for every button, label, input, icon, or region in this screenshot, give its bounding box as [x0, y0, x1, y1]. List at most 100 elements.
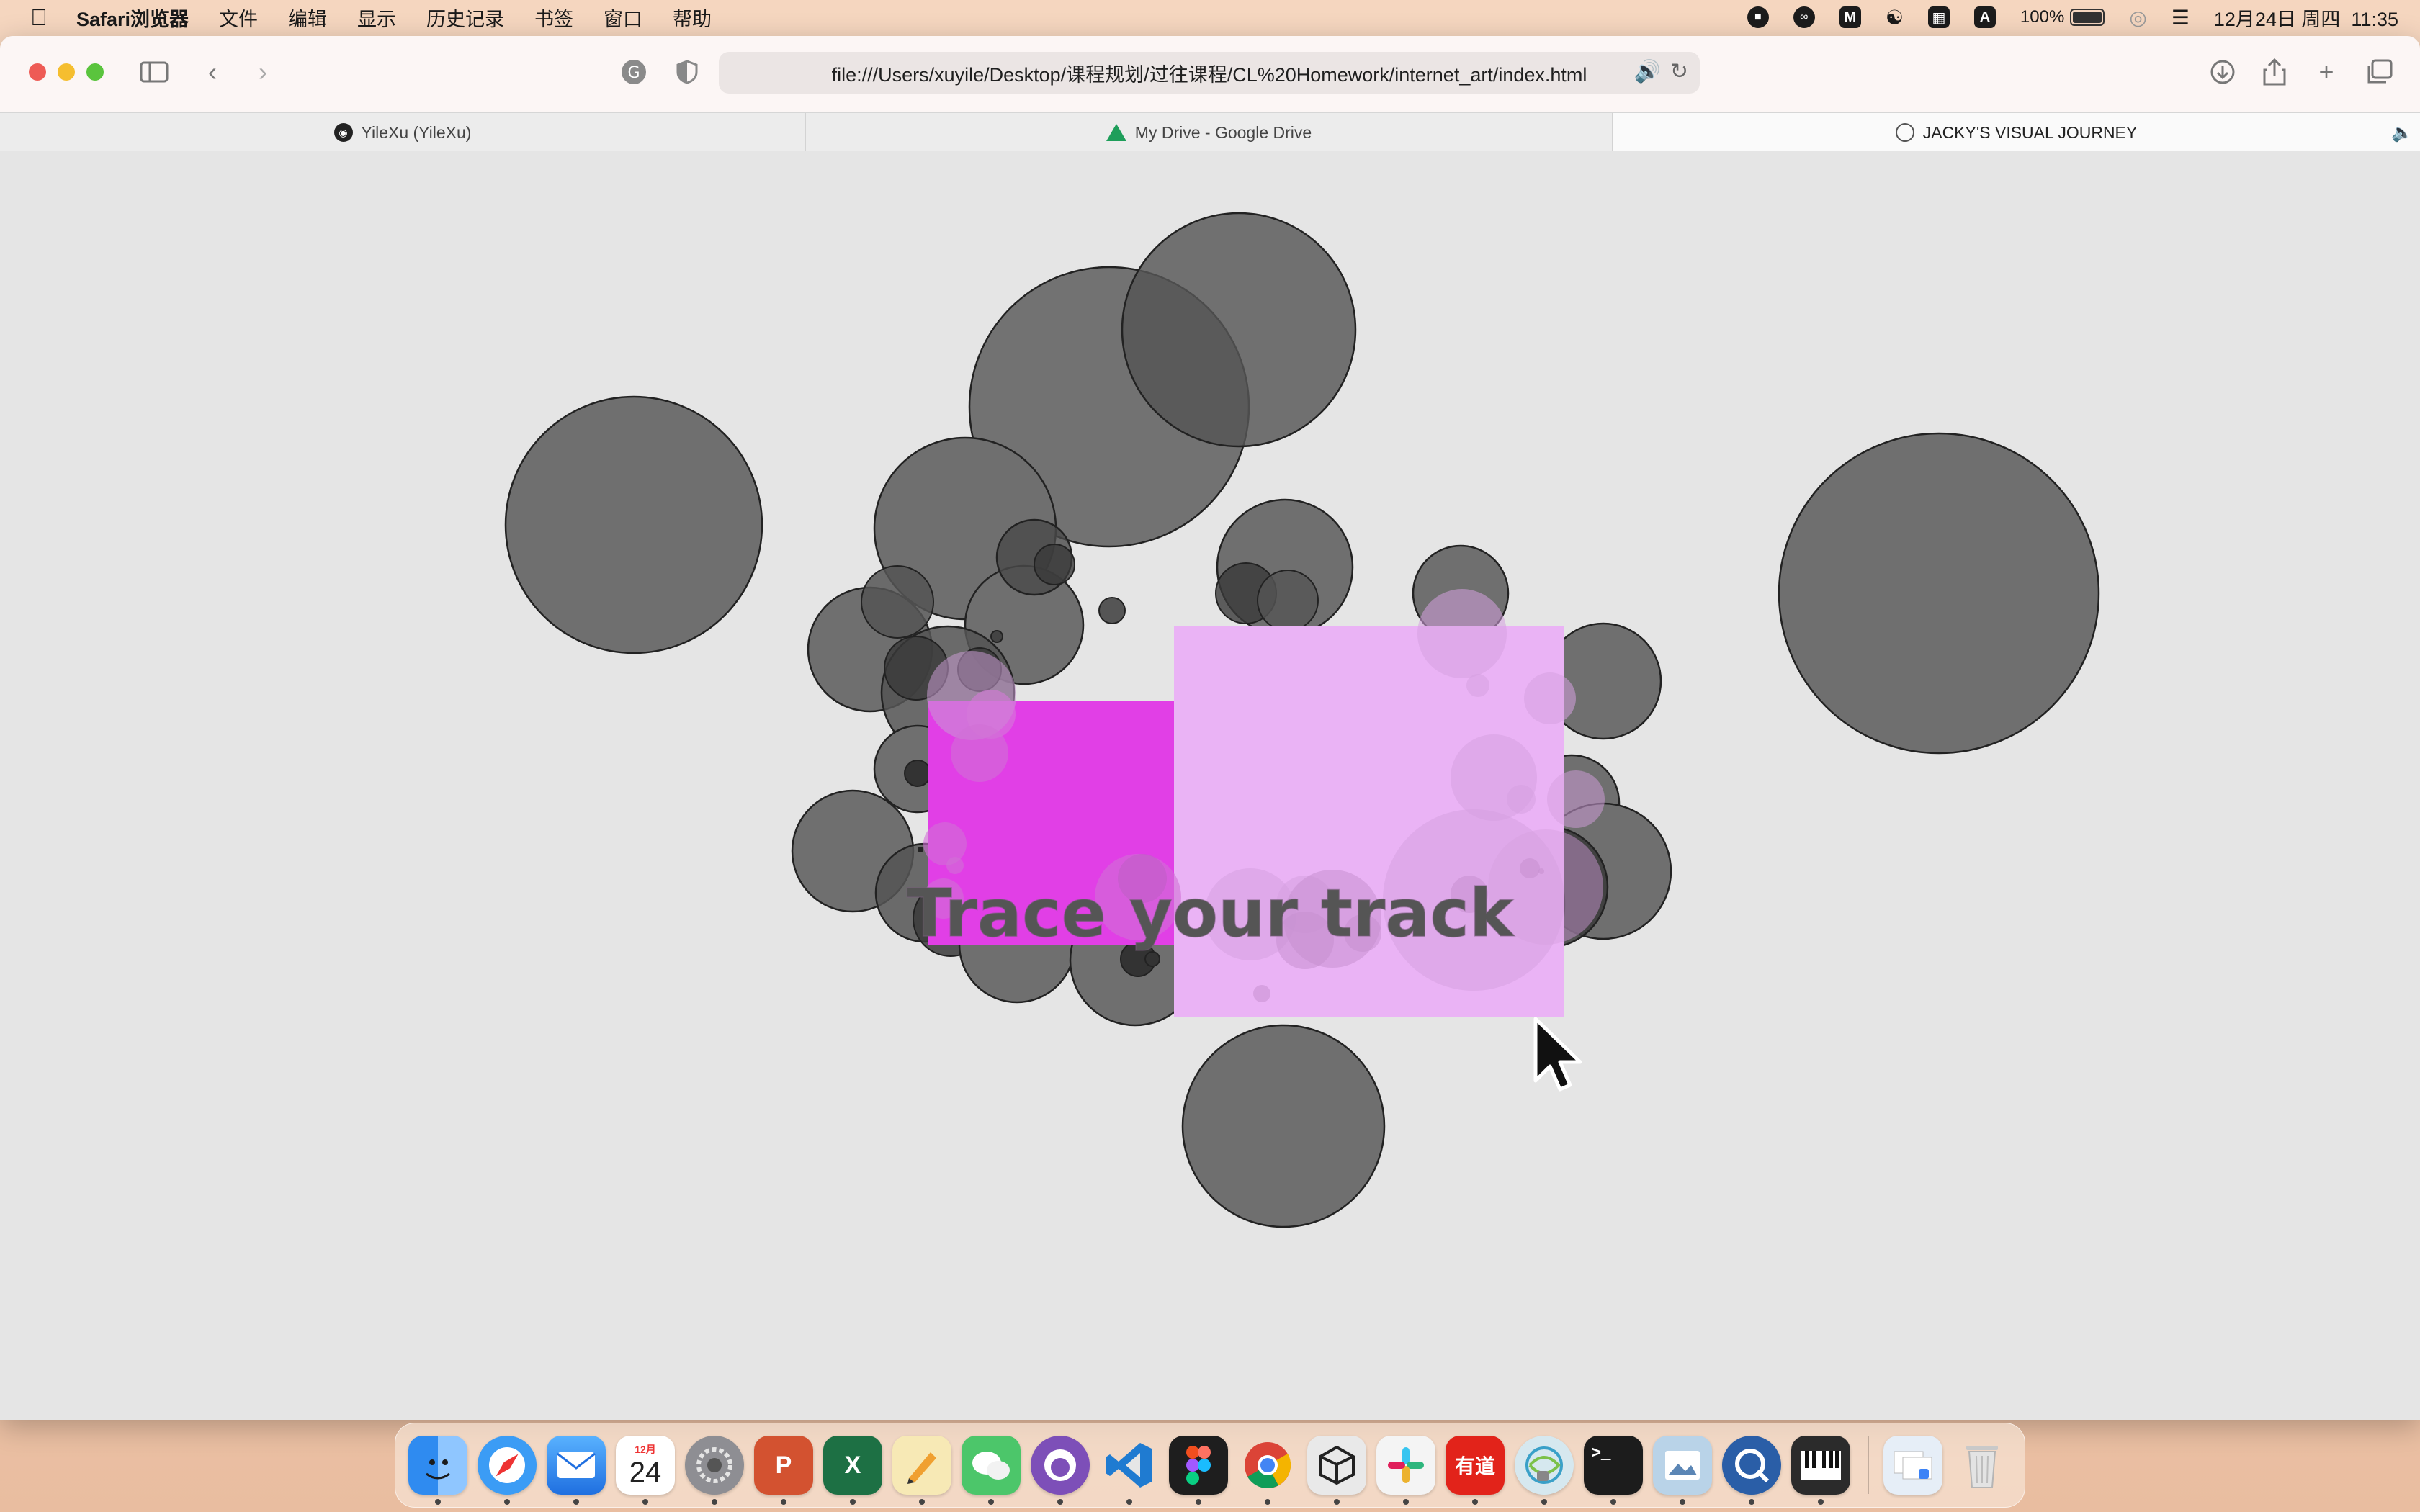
siri-icon[interactable]: ◎ — [2129, 6, 2146, 30]
control-center-icon[interactable]: ☰ — [2172, 6, 2190, 30]
trash-icon[interactable] — [1953, 1436, 2012, 1495]
bubble — [1466, 674, 1489, 697]
tab-speaker-icon[interactable]: 🔈 — [2391, 122, 2413, 143]
address-bar[interactable]: file:///Users/xuyile/Desktop/课程规划/过往课程/C… — [719, 52, 1700, 94]
menu-window[interactable]: 窗口 — [604, 4, 642, 32]
network-lock-icon[interactable] — [1515, 1436, 1574, 1505]
figma-icon[interactable] — [1169, 1436, 1228, 1505]
svg-text:G: G — [627, 64, 640, 82]
bubble — [1417, 589, 1507, 678]
art-canvas[interactable]: Trace your track — [0, 151, 2420, 1420]
menu-app-name[interactable]: Safari浏览器 — [76, 4, 189, 32]
translate-icon[interactable]: ☯ — [1886, 6, 1904, 30]
battery-status[interactable]: 100% — [2020, 7, 2105, 27]
circle — [904, 760, 931, 787]
circle — [1121, 212, 1357, 448]
bubble — [1538, 868, 1544, 874]
dock: 12月 24 P X 有道 >_ — [395, 1423, 2025, 1508]
notes-pencil-icon[interactable] — [892, 1436, 951, 1505]
battery-percent: 100% — [2020, 7, 2065, 27]
speaker-icon[interactable]: 🔊 — [1634, 59, 1661, 84]
menu-edit[interactable]: 编辑 — [288, 4, 327, 32]
menu-history[interactable]: 历史记录 — [426, 4, 504, 32]
piano-icon[interactable] — [1791, 1436, 1850, 1505]
downloads-icon[interactable] — [2208, 56, 2237, 88]
terminal-icon[interactable]: >_ — [1584, 1436, 1643, 1505]
sidebar-toggle-icon[interactable] — [138, 56, 170, 88]
safari-window: ‹ › G file:///Users/xuyile/Desktop/课程规划/… — [0, 36, 2420, 1420]
circle — [1778, 432, 2100, 755]
apple-icon[interactable]:  — [30, 4, 66, 31]
bubble — [1507, 785, 1536, 814]
bubble — [1524, 672, 1576, 724]
circle — [990, 630, 1003, 643]
share-icon[interactable] — [2260, 56, 2289, 88]
tab-visual-journey[interactable]: JACKY'S VISUAL JOURNEY 🔈 — [1613, 113, 2420, 152]
quicktime-icon[interactable] — [1722, 1436, 1781, 1505]
grid-app-icon[interactable]: ▦ — [1927, 6, 1950, 28]
privacy-shield-icon[interactable] — [673, 56, 702, 88]
menu-help[interactable]: 帮助 — [673, 4, 712, 32]
input-source-icon[interactable]: A — [1973, 6, 1996, 28]
terminal-glyph: >_ — [1591, 1443, 1611, 1462]
downloads-stack-icon[interactable] — [1883, 1436, 1942, 1495]
system-preferences-icon[interactable] — [685, 1436, 744, 1505]
menu-view[interactable]: 显示 — [357, 4, 396, 32]
menu-file[interactable]: 文件 — [219, 4, 258, 32]
close-window-button[interactable] — [29, 63, 46, 81]
dock-separator — [1868, 1436, 1869, 1494]
bubble — [1520, 858, 1540, 878]
github-desktop-icon[interactable] — [1031, 1436, 1090, 1505]
grammarly-extension-icon[interactable]: G — [618, 56, 650, 88]
new-tab-icon[interactable]: + — [2312, 56, 2341, 88]
menu-bar:  Safari浏览器 文件 编辑 显示 历史记录 书签 窗口 帮助 ■ ∞ M… — [0, 0, 2420, 35]
web-page-content[interactable]: Trace your track — [0, 151, 2420, 1420]
tab-title: JACKY'S VISUAL JOURNEY — [1922, 122, 2138, 142]
mouse-cursor-icon — [1533, 1017, 1582, 1092]
menu-clock[interactable]: 12月24日 周四 11:35 — [2214, 4, 2398, 32]
tab-google-drive[interactable]: My Drive - Google Drive — [806, 113, 1613, 152]
menu-bookmarks[interactable]: 书签 — [534, 4, 573, 32]
circle — [861, 565, 934, 639]
compass-icon — [1895, 123, 1914, 142]
m-app-icon[interactable]: M — [1839, 6, 1861, 28]
forward-button[interactable]: › — [251, 56, 275, 88]
browser-toolbar: ‹ › G file:///Users/xuyile/Desktop/课程规划/… — [0, 36, 2420, 112]
youdao-icon[interactable]: 有道 — [1446, 1436, 1505, 1505]
github-icon: ◉ — [333, 123, 353, 142]
stop-record-icon[interactable]: ■ — [1747, 6, 1769, 28]
finder-icon[interactable] — [408, 1436, 467, 1505]
creative-cloud-icon[interactable]: ∞ — [1793, 6, 1815, 28]
calendar-month: 12月 — [635, 1443, 656, 1455]
excel-glyph: X — [844, 1451, 861, 1479]
powerpoint-icon[interactable]: P — [754, 1436, 813, 1505]
circle — [918, 847, 923, 852]
reload-icon[interactable]: ↻ — [1670, 59, 1688, 84]
bubble — [946, 857, 964, 874]
excel-icon[interactable]: X — [823, 1436, 882, 1505]
circle — [504, 395, 763, 654]
calendar-icon[interactable]: 12月 24 — [616, 1436, 675, 1505]
headline: Trace your track — [907, 875, 1515, 952]
back-button[interactable]: ‹ — [200, 56, 225, 88]
circle — [1098, 597, 1126, 624]
unity-icon[interactable] — [1307, 1436, 1366, 1505]
bubble — [1253, 985, 1270, 1002]
preview-icon[interactable] — [1653, 1436, 1712, 1505]
calendar-day: 24 — [629, 1456, 662, 1488]
chrome-icon[interactable] — [1238, 1436, 1297, 1505]
powerpoint-glyph: P — [775, 1451, 792, 1479]
tab-bar: ◉ YileXu (YileXu) My Drive - Google Driv… — [0, 112, 2420, 153]
vscode-icon[interactable] — [1100, 1436, 1159, 1505]
mail-icon[interactable] — [547, 1436, 606, 1505]
safari-icon[interactable] — [478, 1436, 537, 1505]
google-drive-icon — [1106, 124, 1126, 141]
tab-github[interactable]: ◉ YileXu (YileXu) — [0, 113, 806, 152]
zoom-window-button[interactable] — [86, 63, 104, 81]
wechat-icon[interactable] — [962, 1436, 1021, 1505]
minimize-window-button[interactable] — [58, 63, 75, 81]
bubble — [1547, 770, 1605, 828]
slack-icon[interactable] — [1376, 1436, 1435, 1505]
tab-overview-icon[interactable] — [2364, 56, 2396, 88]
tab-title: My Drive - Google Drive — [1134, 122, 1312, 142]
